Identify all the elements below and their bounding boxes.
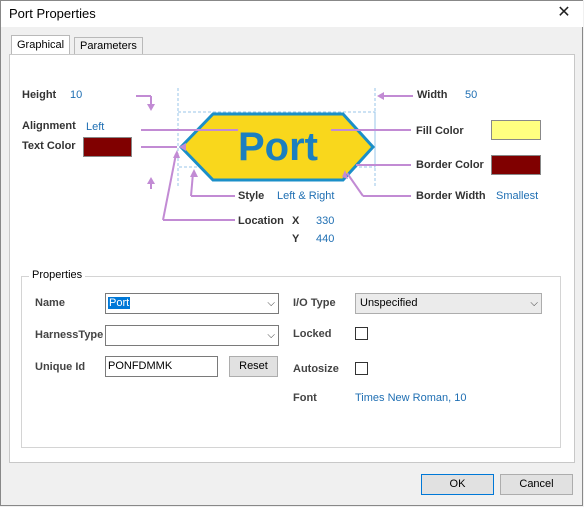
location-y-label: Y xyxy=(292,233,300,245)
autosize-checkbox[interactable] xyxy=(355,362,368,375)
border-color-label: Border Color xyxy=(416,159,484,171)
fill-color-swatch[interactable] xyxy=(491,120,541,140)
border-width-value[interactable]: Smallest xyxy=(496,190,538,202)
port-shape-text: Port xyxy=(238,125,318,169)
reset-button[interactable]: Reset xyxy=(229,356,278,377)
harness-type-combo[interactable]: ⌵ xyxy=(105,325,279,346)
unique-id-label: Unique Id xyxy=(35,361,86,373)
location-x-label: X xyxy=(292,215,300,227)
border-color-swatch[interactable] xyxy=(491,155,541,175)
border-width-label: Border Width xyxy=(416,190,486,202)
properties-group-title: Properties xyxy=(29,269,86,281)
name-combo[interactable]: Port ⌵ xyxy=(105,293,279,314)
cancel-button[interactable]: Cancel xyxy=(500,474,573,495)
font-value-link[interactable]: Times New Roman, 10 xyxy=(355,392,466,404)
alignment-value[interactable]: Left xyxy=(86,121,104,133)
width-value[interactable]: 50 xyxy=(465,89,477,101)
style-label: Style xyxy=(238,190,265,202)
width-label: Width xyxy=(417,89,448,101)
location-label: Location xyxy=(238,215,284,227)
port-properties-dialog: Port Properties ✕ Graphical Parameters P… xyxy=(0,0,583,506)
text-color-label: Text Color xyxy=(22,140,76,152)
height-label: Height xyxy=(22,89,57,101)
locked-checkbox[interactable] xyxy=(355,327,368,340)
location-x-value[interactable]: 330 xyxy=(316,215,334,227)
locked-label: Locked xyxy=(293,328,332,340)
ok-button[interactable]: OK xyxy=(421,474,494,495)
chevron-down-icon: ⌵ xyxy=(267,330,275,341)
harness-type-label: HarnessType xyxy=(35,329,104,341)
unique-id-field[interactable]: PONFDMMK xyxy=(105,356,218,377)
fill-color-label: Fill Color xyxy=(416,125,464,137)
name-label: Name xyxy=(35,297,65,309)
chevron-down-icon: ⌵ xyxy=(267,298,275,309)
font-label: Font xyxy=(293,392,317,404)
chevron-down-icon: ⌵ xyxy=(530,298,538,309)
io-type-select[interactable]: Unspecified ⌵ xyxy=(355,293,542,314)
name-value: Port xyxy=(108,297,131,309)
text-color-swatch[interactable] xyxy=(83,137,132,157)
height-value[interactable]: 10 xyxy=(70,89,82,101)
io-type-label: I/O Type xyxy=(293,297,336,309)
io-type-value: Unspecified xyxy=(360,297,418,309)
location-y-value[interactable]: 440 xyxy=(316,233,334,245)
alignment-label: Alignment xyxy=(22,120,76,132)
autosize-label: Autosize xyxy=(293,363,339,375)
style-value[interactable]: Left & Right xyxy=(277,190,334,202)
